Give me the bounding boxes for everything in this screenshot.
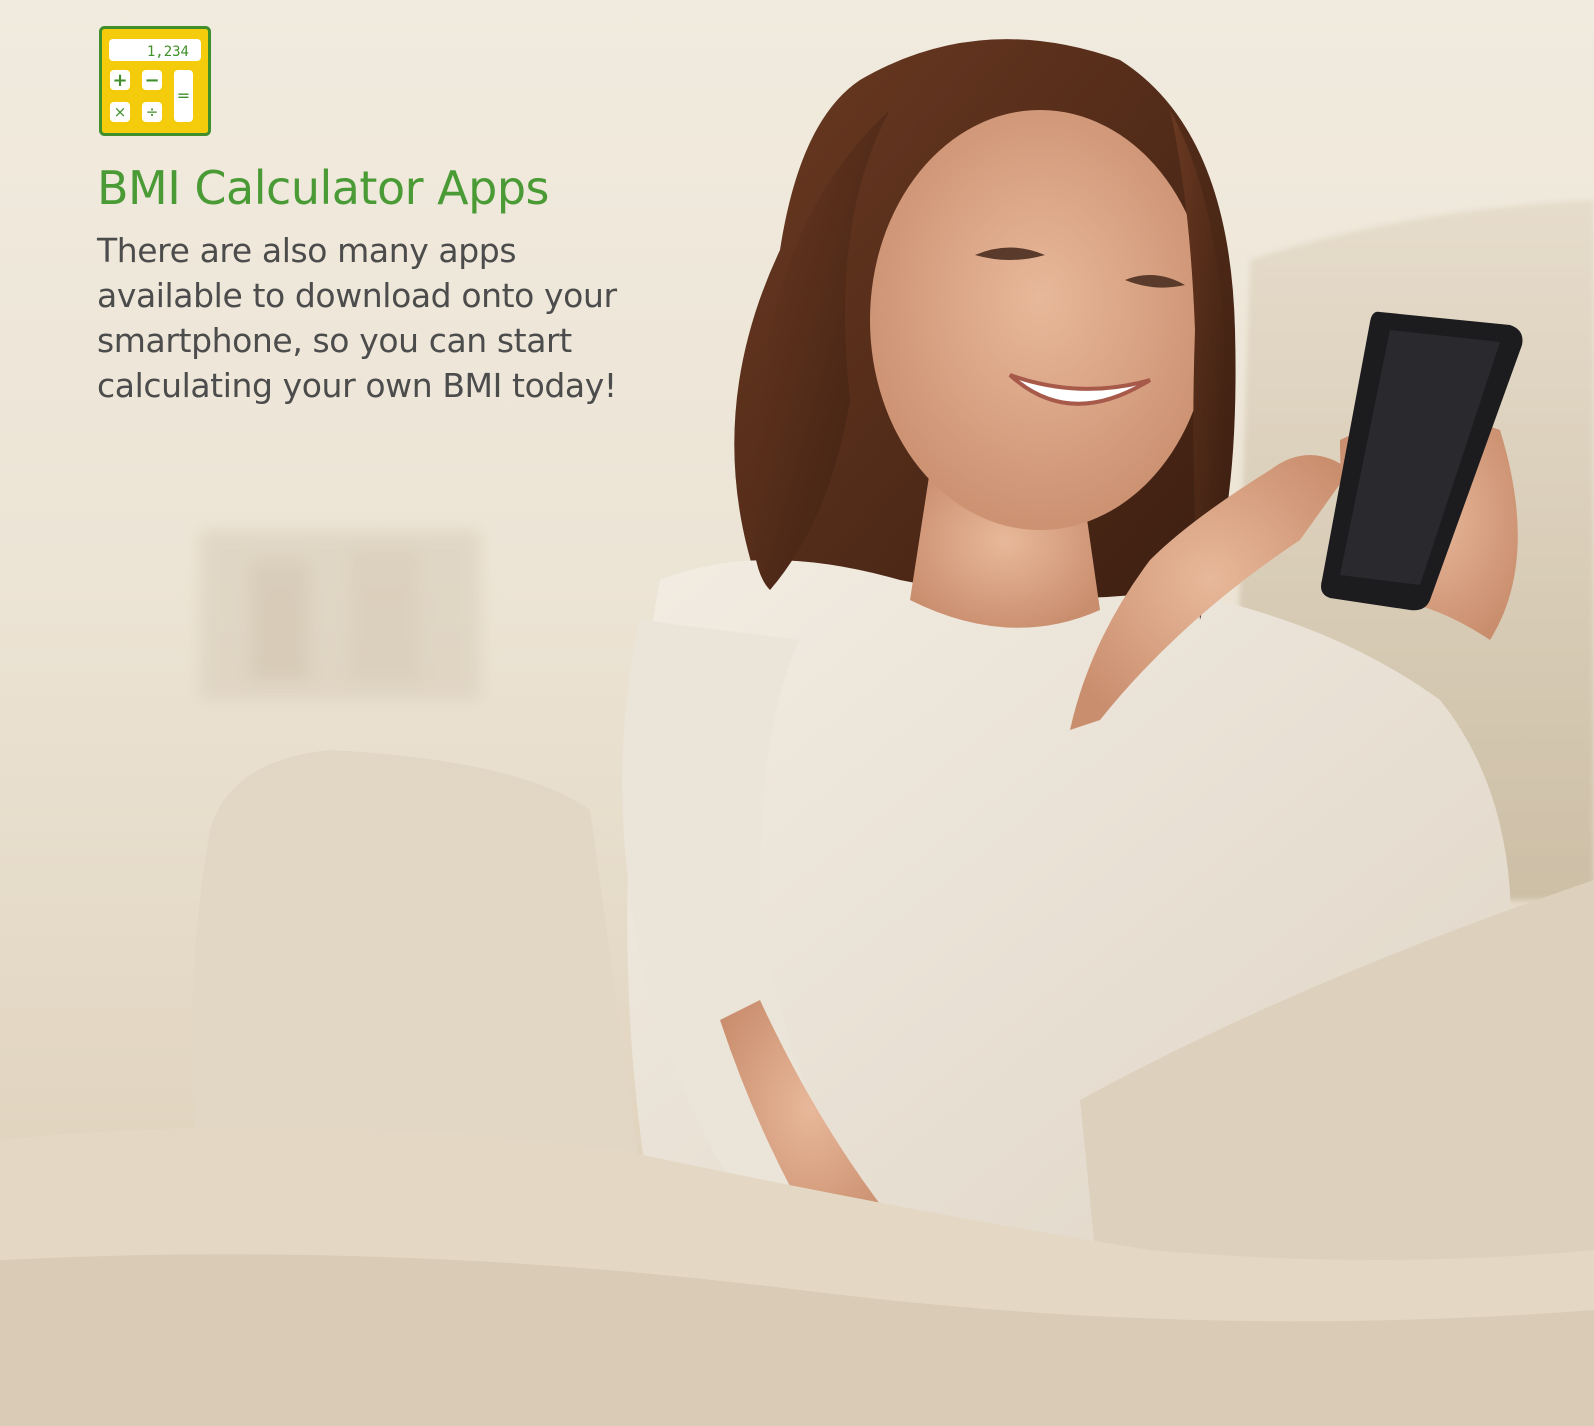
calculator-display-value: 1,234 <box>147 44 189 60</box>
calculator-key-multiply: × <box>114 103 127 121</box>
calculator-key-minus: − <box>144 70 159 91</box>
calculator-icon: 1,234 + − × ÷ = <box>99 26 211 136</box>
page-title: BMI Calculator Apps <box>97 161 549 215</box>
calculator-key-equals: = <box>177 86 190 105</box>
calculator-key-plus: + <box>112 70 127 91</box>
description-text: There are also many apps available to do… <box>97 231 617 405</box>
calculator-key-divide: ÷ <box>146 103 159 121</box>
